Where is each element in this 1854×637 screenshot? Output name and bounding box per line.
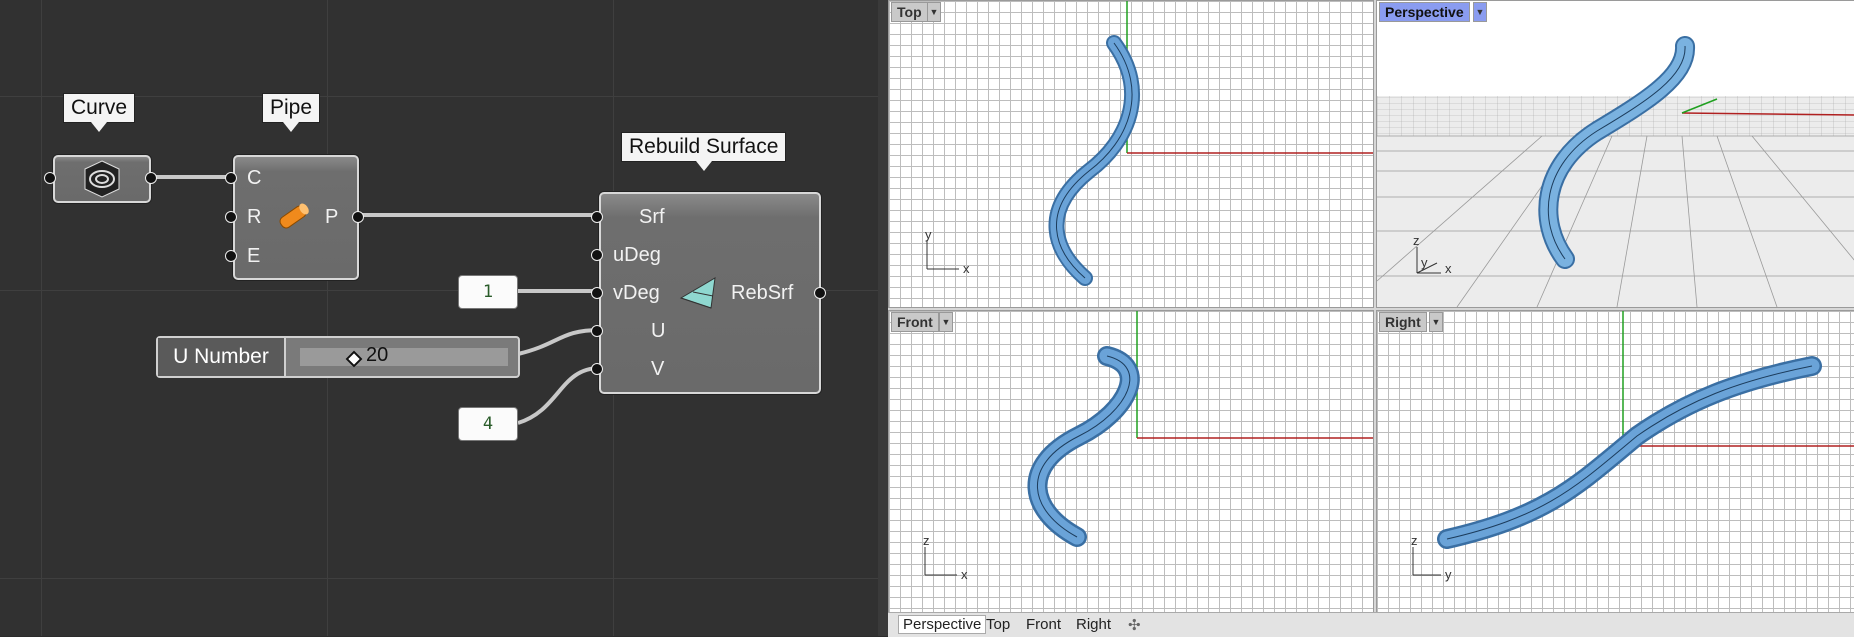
rebuild-output-rebsrf: RebSrf	[731, 282, 794, 304]
pipe-geometry-top: x y	[925, 1, 1373, 286]
rebuild-u-grip[interactable]	[591, 325, 603, 337]
pipe-component[interactable]: C R E P	[233, 155, 359, 280]
pipe-geometry-right: y z	[1411, 311, 1854, 582]
right-axis-z: z	[1411, 533, 1418, 548]
perspective-axis-y: y	[1421, 255, 1428, 270]
rebuild-rebsrf-grip[interactable]	[814, 287, 826, 299]
slider-name: U Number	[158, 338, 286, 376]
rebuild-input-v: V	[651, 358, 665, 380]
front-axis-x: x	[961, 567, 968, 582]
rebuild-surface-label: Rebuild Surface	[621, 132, 787, 171]
viewport-front[interactable]: x z Front ▼	[888, 310, 1374, 614]
u-number-slider[interactable]: U Number 20	[156, 336, 520, 378]
viewport-right[interactable]: y z Right ▼	[1376, 310, 1854, 614]
rebuild-vdeg-grip[interactable]	[591, 287, 603, 299]
viewport-tab-bar: Perspective Top Front Right ✣	[888, 612, 1854, 637]
pipe-output-p: P	[325, 206, 339, 228]
pipe-r-grip[interactable]	[225, 211, 237, 223]
wire-four-v	[517, 366, 601, 425]
slider-value: 20	[366, 344, 389, 366]
pipe-input-e: E	[247, 245, 261, 267]
viewport-top[interactable]: x y Top ▼	[888, 0, 1374, 308]
rebuild-surface-component[interactable]: Srf uDeg vDeg U V RebSrf	[599, 192, 821, 394]
pipe-geometry-front: x z	[923, 311, 1373, 582]
perspective-scene: z y x	[1377, 1, 1854, 307]
viewport-title-front[interactable]: Front	[891, 312, 939, 332]
viewport-title-top[interactable]: Top	[891, 2, 928, 22]
rhino-viewports: x y Top ▼ z y x Perspective ▼ x z Front …	[888, 0, 1854, 614]
curve-input-grip[interactable]	[44, 172, 56, 184]
perspective-axis-z: z	[1413, 233, 1420, 248]
tab-perspective[interactable]: Perspective	[898, 615, 987, 634]
rebuild-v-grip[interactable]	[591, 363, 603, 375]
pipe-label: Pipe	[262, 93, 321, 132]
curve-component[interactable]	[53, 155, 151, 203]
rebuild-udeg-grip[interactable]	[591, 249, 603, 261]
rebuild-input-udeg: uDeg	[613, 244, 661, 266]
splitter[interactable]	[878, 0, 888, 636]
viewport-menu-front[interactable]: ▼	[939, 312, 953, 332]
rebuild-input-srf: Srf	[639, 206, 665, 228]
rebuild-input-vdeg: vDeg	[613, 282, 660, 304]
front-axis-z: z	[923, 533, 930, 548]
rebuild-surface-icon	[679, 277, 716, 309]
viewport-menu-perspective[interactable]: ▼	[1473, 2, 1487, 22]
slider-track[interactable]	[300, 348, 508, 366]
number-panel-one[interactable]: 1	[458, 275, 518, 309]
curve-label: Curve	[63, 93, 136, 132]
right-axis-y: y	[1445, 567, 1452, 582]
pipe-c-grip[interactable]	[225, 172, 237, 184]
rebuild-srf-grip[interactable]	[591, 211, 603, 223]
grasshopper-canvas[interactable]: Curve Pipe C R E P Rebuild Surface Srf u…	[0, 0, 878, 636]
curve-icon	[84, 160, 120, 198]
tab-top[interactable]: Top	[986, 616, 1010, 633]
viewport-menu-right[interactable]: ▼	[1429, 312, 1443, 332]
number-panel-four[interactable]: 4	[458, 407, 518, 441]
viewport-title-right[interactable]: Right	[1379, 312, 1427, 332]
perspective-axis-x: x	[1445, 261, 1452, 276]
wire-slider-u	[517, 328, 601, 356]
pipe-p-grip[interactable]	[352, 211, 364, 223]
viewport-perspective[interactable]: z y x Perspective ▼	[1376, 0, 1854, 308]
pipe-input-r: R	[247, 206, 262, 228]
pipe-icon	[279, 203, 309, 229]
top-axis-y: y	[925, 227, 932, 242]
top-axis-x: x	[963, 261, 970, 276]
tab-right[interactable]: Right	[1076, 616, 1111, 633]
rebuild-input-u: U	[651, 320, 666, 342]
curve-output-grip[interactable]	[145, 172, 157, 184]
pipe-e-grip[interactable]	[225, 250, 237, 262]
pipe-input-c: C	[247, 167, 262, 189]
add-viewport-icon[interactable]: ✣	[1128, 616, 1141, 634]
viewport-title-perspective[interactable]: Perspective	[1379, 2, 1470, 22]
viewport-menu-top[interactable]: ▼	[927, 2, 941, 22]
tab-front[interactable]: Front	[1026, 616, 1061, 633]
